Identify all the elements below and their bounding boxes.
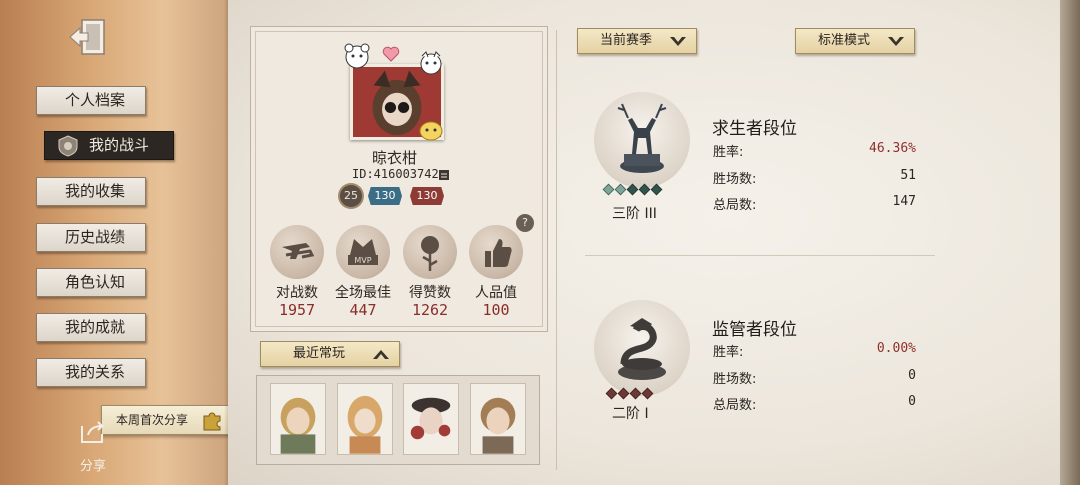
page-edge [1060, 0, 1080, 485]
weekly-share-banner[interactable]: 本周首次分享 [101, 405, 231, 435]
sidebar-item-profile[interactable]: 个人档案 [36, 86, 146, 115]
stat-value-matches: 1957 [278, 301, 316, 319]
stat-value-karma: 100 [482, 301, 510, 319]
copy-icon[interactable] [437, 167, 451, 181]
survivor-winrate-value: 46.36% [869, 141, 916, 156]
survivor-rank-emblem[interactable] [594, 92, 690, 188]
mode-select-value: 标准模式 [818, 33, 871, 48]
sidebar-item-relations[interactable]: 我的关系 [36, 358, 146, 387]
chevron-down-icon [888, 37, 904, 46]
stat-label-likes: 得赞数 [409, 285, 451, 301]
hunter-total-label: 总局数: [713, 398, 757, 413]
hunter-winrate-value: 0.00% [876, 341, 916, 356]
avatar-decoration-cat-icon [418, 50, 444, 76]
stat-label-matches: 对战数 [276, 285, 318, 301]
sidebar: 个人档案 我的战斗 我的收集 历史战绩 角色认知 我的成就 我的关系 本周首次分… [0, 0, 232, 485]
survivor-rank-tag: 130 [368, 187, 402, 205]
survivor-rank-title: 求生者段位 [712, 119, 797, 139]
hunter-tier: 二阶 I [612, 406, 649, 422]
sidebar-item-label: 我的战斗 [89, 136, 150, 154]
star-icon [605, 387, 618, 400]
puzzle-icon [200, 408, 224, 432]
star-icon [617, 387, 630, 400]
mvp-icon: MVP [336, 225, 390, 279]
sidebar-item-history[interactable]: 历史战绩 [36, 223, 146, 252]
star-icon [614, 183, 627, 196]
rose-icon [403, 225, 457, 279]
star-icon [641, 387, 654, 400]
recent-played-toggle[interactable]: 最近常玩 [260, 341, 400, 367]
star-icon [650, 183, 663, 196]
pistols-icon [270, 225, 324, 279]
hunter-star-row [605, 387, 654, 400]
survivor-winrate-label: 胜率: [713, 145, 744, 160]
hunter-rank-title: 监管者段位 [712, 320, 797, 340]
survivor-total-value: 147 [892, 194, 916, 209]
hunter-wins-value: 0 [908, 368, 916, 383]
survivor-total-label: 总局数: [713, 198, 757, 213]
hunter-winrate-label: 胜率: [713, 345, 744, 360]
player-name: 晾衣柑 [372, 149, 418, 167]
chevron-up-icon [373, 350, 389, 359]
star-icon [626, 183, 639, 196]
chevron-down-icon [670, 37, 686, 46]
horizontal-divider [585, 255, 935, 256]
share-label[interactable]: 分享 [80, 455, 106, 474]
sidebar-item-achievements[interactable]: 我的成就 [36, 313, 146, 342]
recent-character-3[interactable] [403, 383, 459, 455]
hunter-rank-tag: 130 [410, 187, 444, 205]
sidebar-item-battle[interactable]: 我的战斗 [44, 131, 174, 160]
thumbs-up-icon [469, 225, 523, 279]
avatar-decoration-heart-icon [382, 46, 400, 62]
star-icon [602, 183, 615, 196]
shield-icon [57, 135, 79, 157]
recent-played-label: 最近常玩 [293, 346, 346, 361]
stat-label-mvp: 全场最佳 [335, 285, 391, 301]
exit-icon[interactable] [66, 14, 112, 60]
player-id: ID:416003742 [352, 167, 439, 181]
recent-character-4[interactable] [470, 383, 526, 455]
survivor-wins-value: 51 [900, 168, 916, 183]
share-icon[interactable] [78, 420, 108, 446]
stat-value-likes: 1262 [411, 301, 449, 319]
star-icon [638, 183, 651, 196]
hunter-wins-label: 胜场数: [713, 372, 757, 387]
survivor-wins-label: 胜场数: [713, 172, 757, 187]
avatar-decoration-chick-icon [418, 118, 444, 142]
survivor-star-row [602, 183, 663, 196]
stat-value-mvp: 447 [349, 301, 377, 319]
hunter-total-value: 0 [908, 394, 916, 409]
survivor-tier: 三阶 III [612, 206, 657, 222]
season-select[interactable]: 当前赛季 [577, 28, 697, 54]
sidebar-item-collection[interactable]: 我的收集 [36, 177, 146, 206]
level-badge: 25 [340, 185, 362, 207]
svg-text:MVP: MVP [354, 256, 371, 265]
season-select-value: 当前赛季 [600, 33, 653, 48]
mode-select[interactable]: 标准模式 [795, 28, 915, 54]
weekly-share-text: 本周首次分享 [116, 413, 189, 427]
vertical-divider [556, 30, 557, 470]
recent-character-1[interactable] [270, 383, 326, 455]
star-icon [629, 387, 642, 400]
recent-character-2[interactable] [337, 383, 393, 455]
stat-label-karma: 人品值 [475, 285, 517, 301]
sidebar-item-character-knowledge[interactable]: 角色认知 [36, 268, 146, 297]
hunter-rank-emblem[interactable] [594, 300, 690, 396]
avatar-decoration-bear-icon [342, 42, 372, 70]
